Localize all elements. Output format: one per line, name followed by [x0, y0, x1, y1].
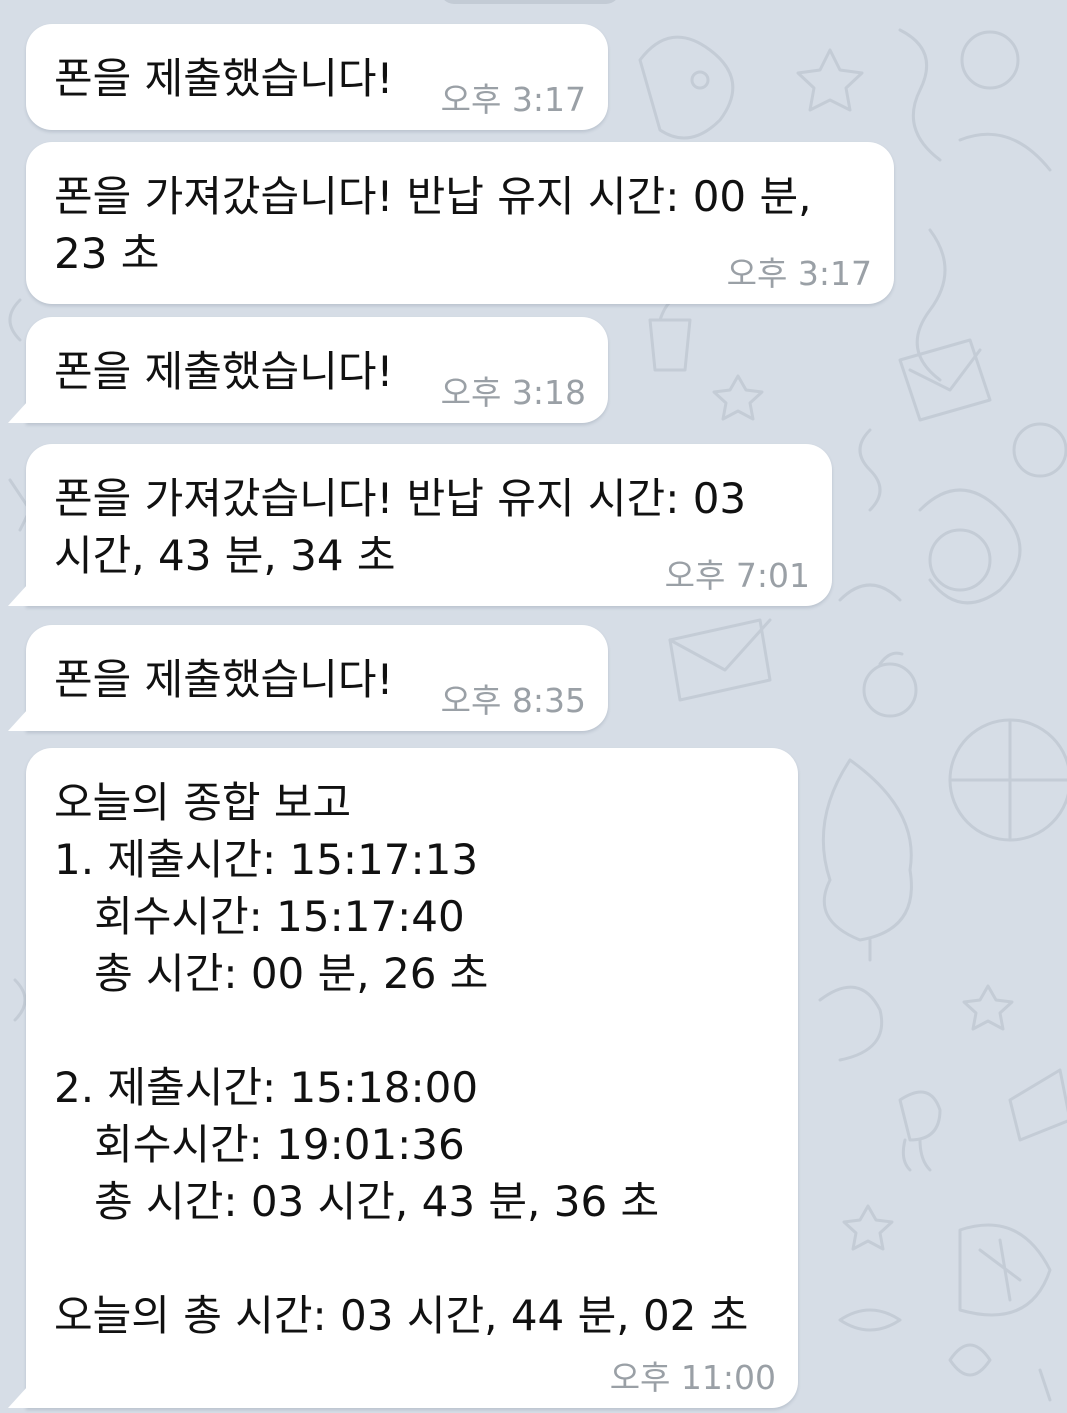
chat-message-bubble[interactable]: 오늘의 종합 보고 1. 제출시간: 15:17:13 회수시간: 15:17:… — [26, 748, 798, 1408]
message-timestamp: 오후 11:00 — [609, 1358, 776, 1397]
previous-message-edge — [440, 0, 620, 4]
message-timestamp: 오후 3:17 — [726, 254, 872, 293]
message-timestamp: 오후 3:17 — [440, 80, 586, 119]
chat-message-bubble[interactable]: 폰을 제출했습니다! 오후 8:35 — [26, 625, 608, 731]
message-text: 오늘의 종합 보고 1. 제출시간: 15:17:13 회수시간: 15:17:… — [54, 778, 749, 1340]
chat-message-bubble[interactable]: 폰을 제출했습니다! 오후 3:17 — [26, 24, 608, 130]
chat-message-bubble[interactable]: 폰을 제출했습니다! 오후 3:18 — [26, 317, 608, 423]
message-timestamp: 오후 8:35 — [440, 681, 586, 720]
message-timestamp: 오후 3:18 — [440, 373, 586, 412]
chat-message-bubble[interactable]: 폰을 가져갔습니다! 반납 유지 시간: 00 분, 23 초 오후 3:17 — [26, 142, 894, 304]
message-timestamp: 오후 7:01 — [664, 556, 810, 595]
chat-message-bubble[interactable]: 폰을 가져갔습니다! 반납 유지 시간: 03 시간, 43 분, 34 초 오… — [26, 444, 832, 606]
